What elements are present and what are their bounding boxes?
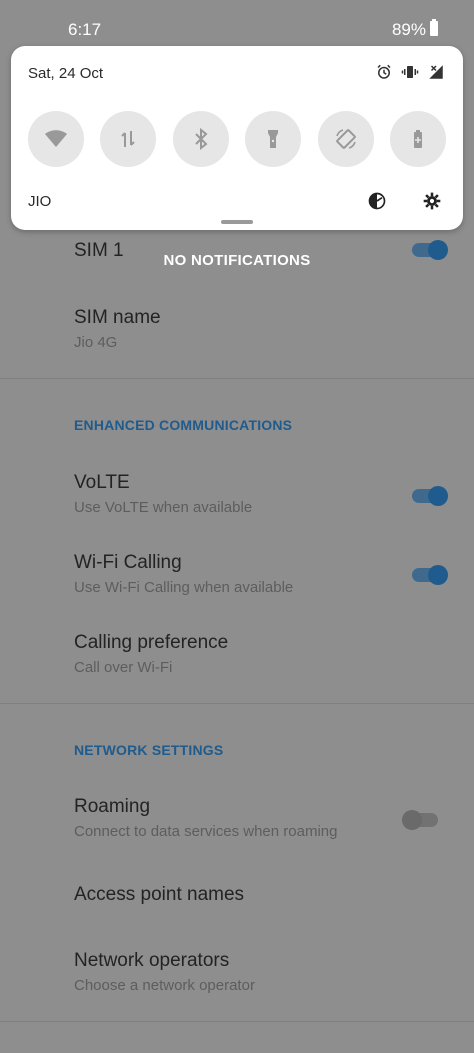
rotate-icon	[336, 129, 356, 149]
battery-saver-tile[interactable]	[390, 111, 446, 167]
volte-summary: Use VoLTE when available	[74, 499, 253, 516]
battery-percent: 89%	[391, 20, 426, 39]
calling-preference-summary: Call over Wi-Fi	[74, 659, 173, 676]
network-settings-header: NETWORK SETTINGS	[74, 742, 224, 758]
wifi-calling-summary: Use Wi-Fi Calling when available	[74, 579, 294, 596]
quick-tiles	[28, 111, 448, 167]
shade-status-icons	[375, 63, 445, 86]
wifi-calling-row[interactable]: Wi-Fi Calling Use Wi-Fi Calling when ava…	[74, 552, 444, 596]
gear-icon[interactable]	[421, 190, 443, 212]
wifi-icon	[45, 130, 67, 147]
divider	[0, 378, 474, 379]
battery-icon	[414, 130, 422, 148]
bluetooth-tile[interactable]	[173, 111, 229, 167]
mobile-data-tile[interactable]	[100, 111, 156, 167]
clock: 6:17	[68, 20, 102, 39]
no-notifications-label: NO NOTIFICATIONS	[163, 252, 311, 269]
signal-no-data-icon	[427, 63, 445, 86]
auto-rotate-tile[interactable]	[318, 111, 374, 167]
vibrate-icon	[401, 63, 419, 86]
shade-date: Sat, 24 Oct	[28, 65, 104, 82]
calling-preference-title: Calling preference	[74, 632, 229, 653]
access-point-names-row[interactable]: Access point names	[74, 884, 444, 906]
divider	[0, 703, 474, 704]
volte-row[interactable]: VoLTE Use VoLTE when available	[74, 472, 444, 516]
wifi-calling-title: Wi-Fi Calling	[74, 552, 182, 573]
roaming-summary: Connect to data services when roaming	[74, 823, 338, 840]
network-operators-row[interactable]: Network operators Choose a network opera…	[74, 950, 444, 994]
bluetooth-icon	[195, 127, 208, 151]
sim-name-title: SIM name	[74, 307, 161, 328]
quick-settings-panel: Sat, 24 Oct JIO	[11, 46, 463, 230]
data-arrows-icon	[121, 131, 135, 147]
battery-icon	[430, 19, 438, 36]
calling-preference-row[interactable]: Calling preference Call over Wi-Fi	[74, 632, 444, 676]
volte-switch[interactable]	[410, 486, 448, 506]
wifi-tile[interactable]	[28, 111, 84, 167]
carrier-label: JIO	[28, 193, 52, 210]
network-operators-title: Network operators	[74, 950, 230, 971]
roaming-title: Roaming	[74, 796, 151, 817]
roaming-row[interactable]: Roaming Connect to data services when ro…	[74, 796, 444, 840]
shade-drag-handle[interactable]	[221, 220, 253, 224]
alarm-icon	[375, 63, 393, 86]
flashlight-tile[interactable]	[245, 111, 301, 167]
display-mode-icon[interactable]	[366, 190, 388, 212]
flashlight-icon	[268, 130, 278, 148]
divider	[0, 1021, 474, 1022]
volte-title: VoLTE	[74, 472, 130, 493]
wifi-calling-switch[interactable]	[410, 565, 448, 585]
roaming-switch[interactable]	[402, 810, 440, 830]
sim-name-summary: Jio 4G	[74, 334, 118, 351]
access-point-names-title: Access point names	[74, 884, 245, 905]
sim-name-row[interactable]: SIM name Jio 4G	[74, 307, 444, 351]
network-operators-summary: Choose a network operator	[74, 977, 255, 994]
enhanced-communications-header: ENHANCED COMMUNICATIONS	[74, 417, 293, 433]
